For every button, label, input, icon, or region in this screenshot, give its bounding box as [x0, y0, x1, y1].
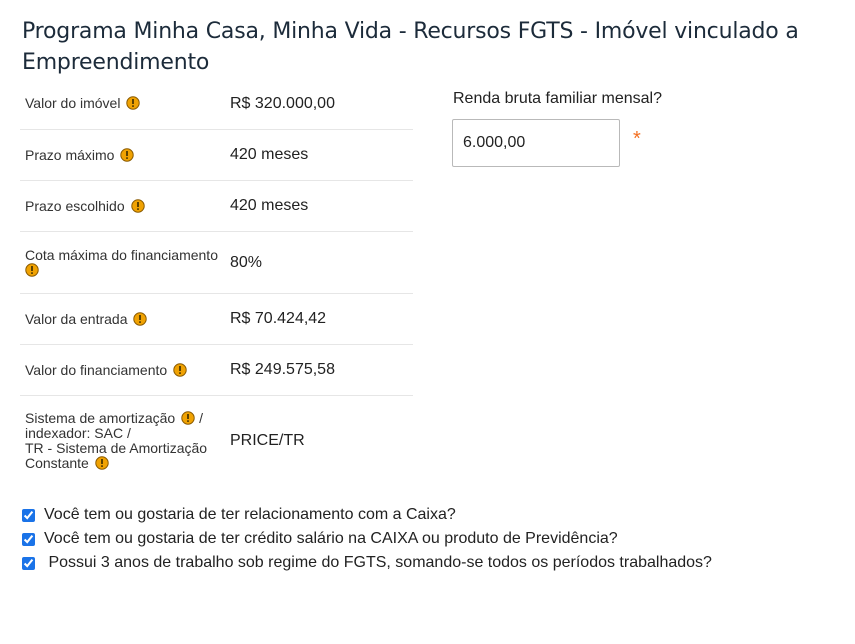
income-input[interactable] [452, 119, 620, 167]
detail-label-separator: / [199, 410, 203, 426]
detail-label-line: Constante [25, 455, 89, 471]
warning-icon[interactable] [126, 96, 141, 110]
checkbox-item-salary-credit[interactable]: Você tem ou gostaria de ter crédito salá… [21, 527, 712, 551]
detail-label: Valor da entrada [25, 310, 128, 327]
detail-label-line: TR - Sistema de Amortização [25, 440, 208, 456]
checkbox-fgts-years[interactable] [22, 556, 35, 570]
financing-details: Valor do imóvel R$ 320.000,00 Prazo máxi… [20, 78, 413, 486]
checkbox-label: Você tem ou gostaria de ter crédito salá… [44, 530, 618, 547]
detail-value: R$ 320.000,00 [230, 94, 335, 112]
checkbox-list: Você tem ou gostaria de ter relacionamen… [21, 503, 712, 575]
checkbox-salary-credit[interactable] [22, 532, 35, 546]
detail-row-property-value: Valor do imóvel R$ 320.000,00 [20, 78, 413, 130]
warning-icon[interactable] [173, 362, 187, 377]
detail-row-chosen-term: Prazo escolhido 420 meses [20, 181, 413, 232]
checkbox-item-caixa-relationship[interactable]: Você tem ou gostaria de ter relacionamen… [21, 503, 712, 527]
detail-label: Cota máxima do financiamento [25, 246, 218, 263]
detail-value: 80% [230, 253, 263, 271]
detail-value: 420 meses [230, 146, 309, 163]
income-label: Renda bruta familiar mensal? [453, 90, 662, 107]
warning-icon[interactable] [120, 147, 135, 162]
detail-row-financing-value: Valor do financiamento R$ 249.575,58 [20, 345, 413, 396]
detail-row-amortization-system: Sistema de amortização / indexador: SAC /… [20, 396, 413, 486]
warning-icon[interactable] [95, 456, 109, 470]
checkbox-label: Você tem ou gostaria de ter relacionamen… [44, 506, 456, 523]
detail-label: Valor do financiamento [25, 361, 168, 378]
detail-label: Valor do imóvel [25, 95, 121, 111]
warning-icon[interactable] [133, 311, 148, 326]
detail-row-max-quota: Cota máxima do financiamento 80% [20, 232, 413, 294]
detail-row-max-term: Prazo máximo 420 meses [20, 130, 413, 181]
checkbox-label: Possui 3 anos de trabalho sob regime do … [44, 554, 712, 571]
warning-icon[interactable] [181, 411, 195, 425]
warning-icon[interactable] [130, 198, 145, 213]
detail-value: R$ 249.575,58 [230, 361, 335, 378]
warning-icon[interactable] [25, 262, 39, 277]
required-asterisk: * [633, 128, 641, 150]
detail-label: Sistema de amortização [25, 410, 176, 426]
detail-label: Prazo máximo [25, 146, 115, 163]
page-title: Programa Minha Casa, Minha Vida - Recurs… [22, 19, 799, 75]
checkbox-item-fgts-years[interactable]: Possui 3 anos de trabalho sob regime do … [21, 551, 712, 575]
detail-value: PRICE/TR [230, 432, 305, 449]
detail-label-line: indexador: SAC / [25, 425, 131, 441]
detail-value: R$ 70.424,42 [230, 310, 327, 327]
detail-row-down-payment: Valor da entrada R$ 70.424,42 [20, 294, 413, 345]
detail-label: Prazo escolhido [25, 197, 125, 214]
checkbox-caixa-relationship[interactable] [22, 508, 35, 522]
detail-value: 420 meses [230, 197, 309, 214]
